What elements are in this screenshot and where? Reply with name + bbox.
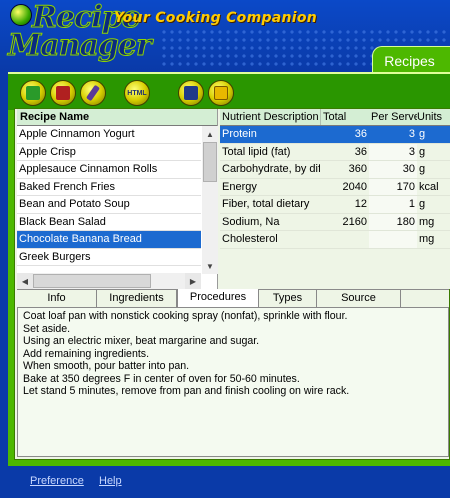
nutrient-cell-total: 2040 bbox=[342, 180, 367, 193]
save-icon bbox=[184, 86, 198, 100]
tab-source[interactable]: Source bbox=[317, 290, 401, 308]
scroll-down-icon[interactable]: ▼ bbox=[202, 258, 218, 274]
hscroll-thumb[interactable] bbox=[33, 274, 151, 288]
procedure-line: Bake at 350 degrees F in center of oven … bbox=[23, 372, 300, 385]
nutrient-cell-desc: Carbohydrate, by diffe bbox=[222, 163, 320, 175]
nutrient-cell-desc: Fiber, total dietary bbox=[222, 198, 310, 210]
logo-globe-icon bbox=[10, 4, 32, 26]
save-button[interactable] bbox=[178, 80, 204, 106]
nutrient-row[interactable]: Cholesterol mg bbox=[220, 231, 450, 249]
nutrient-table: Nutrient Description Total Per Serve Uni… bbox=[220, 109, 450, 289]
recipe-item[interactable]: Greek Burgers bbox=[17, 249, 201, 266]
nutrient-row[interactable]: Energy 2040 170 kcal bbox=[220, 178, 450, 196]
tab-recipes[interactable]: Recipes bbox=[372, 46, 450, 74]
nutrient-cell-perserve: 1 bbox=[369, 196, 417, 213]
recipe-item[interactable]: Apple Cinnamon Yogurt bbox=[17, 126, 201, 144]
tab-ingredients[interactable]: Ingredients bbox=[97, 290, 177, 308]
nutrient-cell-desc: Total lipid (fat) bbox=[222, 145, 291, 158]
nutrient-cell-units: mg bbox=[419, 215, 435, 228]
procedure-line: Set aside. bbox=[23, 322, 71, 335]
nutrient-cell-desc: Sodium, Na bbox=[222, 215, 280, 228]
nutrient-cell-perserve bbox=[369, 231, 417, 248]
nutrient-cell-units: mg bbox=[419, 233, 435, 245]
recipe-list: Recipe Name Apple Cinnamon Yogurt Apple … bbox=[17, 109, 218, 289]
html-export-button[interactable]: HTML bbox=[124, 80, 150, 106]
recipe-item[interactable]: Applesauce Cinnamon Rolls bbox=[17, 161, 201, 179]
recipe-item[interactable]: Apple Crisp bbox=[17, 144, 201, 161]
edit-recipe-icon bbox=[85, 84, 101, 102]
nutrient-cell-perserve: 30 bbox=[369, 161, 417, 178]
add-recipe-button[interactable] bbox=[20, 80, 46, 106]
nutrient-header-row: Nutrient Description Total Per Serve Uni… bbox=[220, 109, 450, 126]
delete-recipe-button[interactable] bbox=[50, 80, 76, 106]
open-folder-button[interactable] bbox=[208, 80, 234, 106]
recipe-item-selected[interactable]: Chocolate Banana Bread bbox=[17, 231, 201, 249]
footer-bar: Preference Help bbox=[0, 466, 450, 498]
nutrient-cell-units: g bbox=[419, 163, 426, 175]
nutrient-row[interactable]: Carbohydrate, by diffe 360 30 g bbox=[220, 161, 450, 179]
recipe-item[interactable]: Baked French Fries bbox=[17, 179, 201, 196]
procedure-line: When smooth, pour batter into pan. bbox=[23, 360, 190, 372]
nutrient-cell-perserve: 180 bbox=[369, 213, 417, 230]
open-folder-icon bbox=[214, 86, 228, 100]
recipe-item[interactable]: Black Bean Salad bbox=[17, 214, 201, 231]
recipe-list-header[interactable]: Recipe Name bbox=[17, 109, 217, 126]
col-header-perserve[interactable]: Per Serve bbox=[369, 109, 417, 125]
content-panel: Recipe Name Apple Cinnamon Yogurt Apple … bbox=[14, 108, 450, 460]
procedure-line: Let stand 5 minutes, remove from pan and… bbox=[23, 385, 350, 397]
nutrient-cell-units: g bbox=[419, 145, 426, 158]
logo-title-line2: Manager bbox=[8, 28, 153, 64]
tab-info[interactable]: Info bbox=[17, 290, 97, 308]
nutrient-cell-units: kcal bbox=[419, 180, 439, 193]
nutrient-cell-perserve: 170 bbox=[369, 178, 417, 195]
nutrient-cell-perserve: 3 bbox=[369, 143, 417, 160]
nutrient-row[interactable]: Sodium, Na 2160 180 mg bbox=[220, 213, 450, 231]
nutrient-cell-total: 2160 bbox=[342, 215, 367, 228]
help-link[interactable]: Help bbox=[99, 475, 122, 487]
col-header-units[interactable]: Units bbox=[417, 109, 450, 125]
nutrient-cell-total: 12 bbox=[354, 198, 367, 210]
nutrient-cell-perserve: 3 bbox=[408, 128, 415, 140]
html-export-icon: HTML bbox=[127, 89, 147, 97]
scroll-thumb[interactable] bbox=[203, 142, 217, 182]
scroll-right-icon[interactable]: ▶ bbox=[185, 273, 201, 289]
nutrient-cell-desc: Protein bbox=[222, 128, 257, 140]
nutrient-rows: Protein 36 3 g Total lipid (fat) 36 3 g Carbohyd… bbox=[220, 126, 450, 249]
add-recipe-icon bbox=[26, 86, 40, 100]
nutrient-cell-units: g bbox=[419, 128, 426, 140]
recipe-vertical-scrollbar[interactable]: ▲ ▼ bbox=[202, 126, 218, 274]
nutrient-cell-total: 360 bbox=[348, 163, 367, 175]
nutrient-cell-total: 36 bbox=[354, 128, 367, 140]
scroll-left-icon[interactable]: ◀ bbox=[17, 273, 33, 289]
recipe-rows: Apple Cinnamon Yogurt Apple Crisp Apples… bbox=[17, 126, 201, 266]
tab-types[interactable]: Types bbox=[259, 290, 317, 308]
nutrient-row[interactable]: Fiber, total dietary 12 1 g bbox=[220, 196, 450, 214]
tab-procedures[interactable]: Procedures bbox=[177, 289, 259, 308]
app-tagline: Your Cooking Companion bbox=[114, 10, 318, 26]
col-header-total[interactable]: Total bbox=[320, 109, 369, 125]
nutrient-cell-total: 36 bbox=[354, 145, 367, 158]
recipe-item[interactable]: Bean and Potato Soup bbox=[17, 196, 201, 214]
procedure-line: Using an electric mixer, beat margarine … bbox=[23, 335, 260, 347]
col-header-description[interactable]: Nutrient Description bbox=[220, 109, 320, 125]
nutrient-cell-units: g bbox=[419, 198, 426, 210]
nutrient-cell-total bbox=[320, 231, 369, 248]
scroll-up-icon[interactable]: ▲ bbox=[202, 126, 218, 142]
delete-recipe-icon bbox=[56, 86, 70, 100]
recipe-horizontal-scrollbar[interactable]: ◀ ▶ bbox=[17, 273, 201, 289]
nutrient-row[interactable]: Total lipid (fat) 36 3 g bbox=[220, 143, 450, 161]
procedures-text[interactable]: Coat loaf pan with nonstick cooking spra… bbox=[17, 307, 449, 457]
preference-link[interactable]: Preference bbox=[30, 475, 84, 487]
edit-recipe-button[interactable] bbox=[80, 80, 106, 106]
nutrient-cell-desc: Energy bbox=[222, 180, 257, 193]
nutrient-row[interactable]: Protein 36 3 g bbox=[220, 126, 450, 144]
nutrient-cell-desc: Cholesterol bbox=[222, 233, 278, 245]
detail-tabs: Info Ingredients Procedures Types Source bbox=[17, 289, 449, 308]
procedure-line: Add remaining ingredients. bbox=[23, 347, 150, 360]
procedure-line: Coat loaf pan with nonstick cooking spra… bbox=[23, 310, 348, 322]
